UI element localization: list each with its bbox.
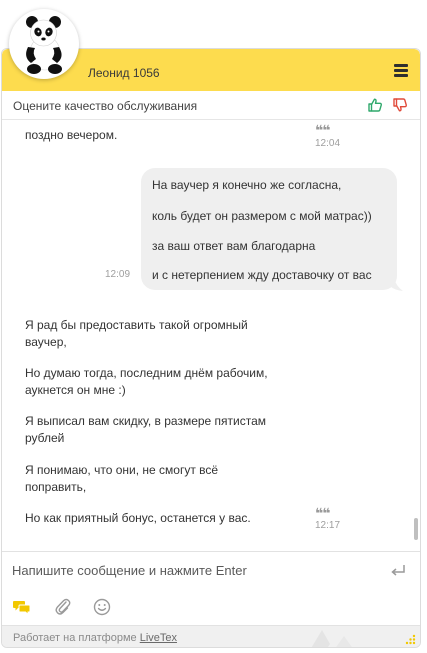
message-input[interactable] [12, 559, 372, 581]
footer: Работает на платформе LiveTex [2, 625, 420, 647]
chat-bubbles-icon[interactable] [12, 597, 32, 617]
message-input-area [2, 551, 420, 587]
operator-name: Леонид 1056 [88, 66, 160, 80]
operator-avatar [9, 9, 79, 79]
client-message-line: На ваучер я конечно же согласна, [152, 178, 342, 192]
operator-message-line: рублей [25, 431, 65, 445]
operator-message-line: Но думаю тогда, последним днём рабочим, [25, 366, 268, 380]
message-list[interactable]: поздно вечером. ❝❝ 12:04 12:09 На ваучер… [2, 121, 420, 551]
paperclip-icon[interactable] [53, 597, 73, 617]
client-message-line: за ваш ответ вам благодарна [152, 239, 316, 253]
smiley-icon[interactable] [92, 597, 112, 617]
operator-message-line: ваучер, [25, 335, 67, 349]
operator-message-line: Я выписал вам скидку, в размере пятистам [25, 414, 267, 428]
operator-message-line: Я понимаю, что они, не смогут всё [25, 463, 219, 477]
livetex-watermark [311, 630, 352, 647]
panda-icon [26, 16, 62, 74]
client-message-line: и с нетерпением жду доставочку от вас [152, 268, 372, 282]
chat-widget: Леонид 1056 Оцените качество обслуживани… [1, 48, 421, 648]
message-time: 12:09 [105, 269, 131, 280]
operator-message-line: Но как приятный бонус, останется у вас. [25, 511, 251, 525]
scrollbar-thumb[interactable] [414, 518, 418, 540]
operator-message-line: поздно вечером. [25, 128, 118, 142]
operator-message-line: аукнется он мне :) [25, 383, 126, 397]
livetex-link[interactable]: LiveTex [140, 632, 177, 644]
quote-icon[interactable]: ❝❝ [315, 122, 330, 139]
footer-label: Работает на платформе [13, 632, 137, 644]
footer-text: Работает на платформе LiveTex [13, 632, 177, 644]
operator-message-line: Я рад бы предоставить такой огромный [25, 318, 248, 332]
message-time: 12:17 [315, 520, 341, 531]
thumbs-down-icon[interactable] [392, 97, 408, 113]
rating-label: Оцените качество обслуживания [13, 99, 198, 113]
message-time: 12:04 [315, 138, 341, 149]
rating-bar: Оцените качество обслуживания [2, 91, 420, 120]
resize-handle-icon[interactable] [404, 633, 416, 645]
enter-icon[interactable] [390, 564, 406, 577]
thumbs-up-icon[interactable] [367, 97, 383, 113]
bubble-tail [390, 278, 403, 291]
toolbar [2, 587, 420, 627]
menu-icon[interactable] [394, 64, 408, 77]
client-message-line: коль будет он размером с мой матрас)) [152, 209, 372, 223]
operator-message-line: поправить, [25, 480, 87, 494]
